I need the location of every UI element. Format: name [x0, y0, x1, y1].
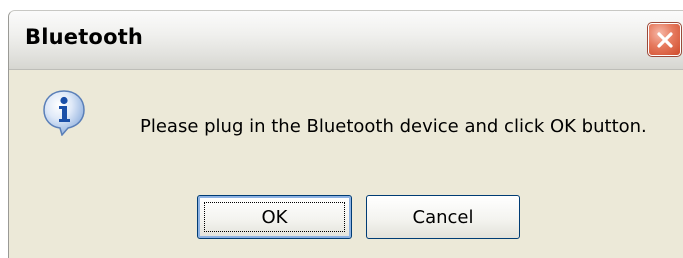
- info-icon: [43, 90, 85, 136]
- bluetooth-dialog: Bluetooth Please plug in the Bluetooth d…: [8, 10, 683, 258]
- cancel-button-label: Cancel: [412, 206, 474, 228]
- focus-rectangle: [204, 202, 345, 232]
- title-bar[interactable]: Bluetooth: [9, 11, 683, 70]
- close-icon: [656, 31, 673, 48]
- cancel-button[interactable]: Cancel: [366, 195, 520, 239]
- ok-button[interactable]: OK: [197, 195, 352, 239]
- window-title: Bluetooth: [25, 25, 144, 49]
- close-button[interactable]: [647, 22, 682, 57]
- dialog-message: Please plug in the Bluetooth device and …: [140, 116, 647, 137]
- dialog-body: Please plug in the Bluetooth device and …: [9, 70, 683, 258]
